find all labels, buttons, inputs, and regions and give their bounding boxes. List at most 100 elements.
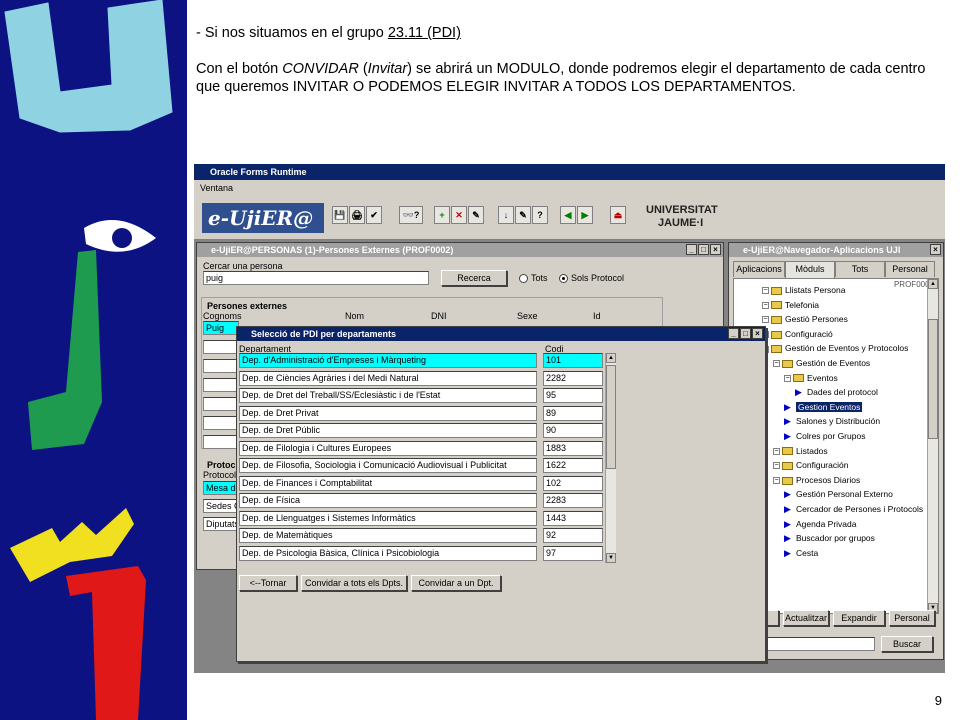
tree-item[interactable]: − Llistats Persona <box>762 285 845 296</box>
department-name-cell[interactable]: Dep. de Dret Públic <box>239 423 537 438</box>
tree-expand-icon[interactable]: − <box>784 374 791 382</box>
department-name-cell[interactable]: Dep. de Dret del Treball/SS/Eclesiàstic … <box>239 388 537 403</box>
tree-expand-icon[interactable]: − <box>773 462 780 470</box>
tree-item[interactable]: − Telefonia <box>762 300 819 311</box>
dialog-close-button[interactable]: × <box>752 328 763 339</box>
tree-item[interactable]: ▶ Dades del protocol <box>795 387 878 398</box>
cognoms-row-5[interactable] <box>203 397 239 411</box>
department-name-cell[interactable]: Dep. de Dret Privat <box>239 405 537 421</box>
protocol-row-2[interactable]: Sedes C <box>203 499 239 513</box>
previous-record-button[interactable]: ◀ <box>560 206 576 224</box>
department-code-cell[interactable]: 101 <box>543 353 603 368</box>
tree-item[interactable]: − Procesos Diarios <box>773 475 860 486</box>
minimize-button[interactable]: _ <box>686 244 697 255</box>
tree-item[interactable]: −Configuració <box>762 329 833 340</box>
tree-item[interactable]: − Gestiò Persones <box>762 314 848 325</box>
recerca-button[interactable]: Recerca <box>441 270 507 286</box>
tree-item[interactable]: − Configuración <box>773 460 848 471</box>
cognoms-row-2[interactable] <box>203 340 239 354</box>
tree-item[interactable]: − Gestión de Eventos <box>773 358 870 369</box>
tree-item[interactable]: ▶ Gestión Personal Externo <box>784 489 893 500</box>
protocol-row-3[interactable]: Diputats <box>203 517 239 531</box>
radio-tots[interactable]: Tots <box>519 273 548 284</box>
buscar-button[interactable]: Buscar <box>881 636 933 652</box>
department-name-cell[interactable]: Dep. de Psicologia Bàsica, Clínica i Psi… <box>239 545 537 561</box>
dialog-scroll-thumb[interactable] <box>606 365 616 469</box>
search-person-input[interactable]: puig <box>203 271 429 285</box>
cognoms-row-3[interactable] <box>203 359 239 373</box>
department-code-cell[interactable]: 97 <box>543 545 603 561</box>
tab-moduls[interactable]: Mòduls <box>785 261 835 278</box>
department-code-cell[interactable]: 90 <box>543 423 603 438</box>
tab-personal[interactable]: Personal <box>885 261 935 277</box>
department-code-cell[interactable]: 89 <box>543 405 603 421</box>
actualitzar-button[interactable]: Actualitzar <box>783 610 829 626</box>
department-code-cell[interactable]: 2282 <box>543 370 603 386</box>
expandir-button[interactable]: Expandir <box>833 610 885 626</box>
department-code-cell[interactable]: 1622 <box>543 458 603 473</box>
personal-button[interactable]: Personal <box>889 610 935 626</box>
dialog-maximize-button[interactable]: □ <box>740 328 751 339</box>
exit-button[interactable]: ⏏ <box>610 206 626 224</box>
save-button[interactable]: 💾 <box>332 206 348 224</box>
department-list-scrollbar[interactable]: ▲ ▼ <box>605 353 616 563</box>
next-record-button[interactable]: ▶ <box>577 206 593 224</box>
scroll-thumb[interactable] <box>928 319 938 439</box>
department-name-cell[interactable]: Dep. de Llenguatges i Sistemes Informàti… <box>239 510 537 526</box>
print-button[interactable]: 🖨 <box>349 206 365 224</box>
cognoms-row-6[interactable] <box>203 416 239 430</box>
tree-expand-icon[interactable]: − <box>773 447 780 455</box>
cognoms-row-4[interactable] <box>203 378 239 392</box>
department-code-cell[interactable]: 102 <box>543 475 603 491</box>
dialog-minimize-button[interactable]: _ <box>728 328 739 339</box>
insert-record-button[interactable]: + <box>434 206 450 224</box>
department-code-cell[interactable]: 1443 <box>543 510 603 526</box>
query-button[interactable]: 👓? <box>399 206 423 224</box>
department-code-cell[interactable]: 92 <box>543 528 603 543</box>
dialog-scroll-down-arrow-icon[interactable]: ▼ <box>606 553 616 563</box>
tree-expand-icon[interactable]: − <box>762 287 769 295</box>
invite-all-departments-button[interactable]: Convidar a tots els Dpts. <box>301 575 407 591</box>
department-name-cell[interactable]: Dep. de Finances i Comptabilitat <box>239 475 537 491</box>
tree-scrollbar[interactable]: ▲ ▼ <box>927 279 938 613</box>
check-button[interactable]: ✔ <box>366 206 382 224</box>
invite-one-department-button[interactable]: Convidar a un Dpt. <box>411 575 501 591</box>
tree-item[interactable]: ▶ Colres por Grupos <box>784 431 865 442</box>
delete-record-button[interactable]: ✕ <box>451 206 467 224</box>
navegador-close-button[interactable]: × <box>930 244 941 255</box>
department-code-cell[interactable]: 2283 <box>543 493 603 508</box>
tree-expand-icon[interactable]: − <box>762 301 769 309</box>
edit-button[interactable]: ✎ <box>468 206 484 224</box>
help-button[interactable]: ? <box>532 206 548 224</box>
radio-sols-protocol[interactable]: Sols Protocol <box>559 273 624 284</box>
dialog-scroll-up-arrow-icon[interactable]: ▲ <box>606 353 616 363</box>
tree-item[interactable]: ▶ Salones y Distribución <box>784 416 880 427</box>
close-button[interactable]: × <box>710 244 721 255</box>
tornar-button[interactable]: <--Tornar <box>239 575 297 591</box>
edit-field-button[interactable]: ✎ <box>515 206 531 224</box>
cognoms-row-1[interactable]: Puig <box>203 321 239 335</box>
navegador-search-input[interactable] <box>767 637 875 651</box>
tree-item[interactable]: ▶ Agenda Privada <box>784 519 857 530</box>
cognoms-row-7[interactable] <box>203 435 239 449</box>
department-name-cell[interactable]: Dep. de Ciències Agràries i del Medi Nat… <box>239 370 537 386</box>
tree-item[interactable]: −Gestión de Eventos y Protocolos <box>762 343 908 354</box>
tree-item[interactable]: ▶ Buscador por grupos <box>784 533 875 544</box>
download-button[interactable]: ↓ <box>498 206 514 224</box>
department-name-cell[interactable]: Dep. de Física <box>239 493 537 508</box>
scroll-up-arrow-icon[interactable]: ▲ <box>928 279 938 289</box>
menu-ventana[interactable]: Ventana <box>200 183 233 193</box>
department-name-cell[interactable]: Dep. d'Administració d'Empreses i Màrque… <box>239 353 537 368</box>
department-name-cell[interactable]: Dep. de Filosofia, Sociologia i Comunica… <box>239 458 537 473</box>
tree-item[interactable]: − Eventos <box>784 373 838 384</box>
maximize-button[interactable]: □ <box>698 244 709 255</box>
tree-item[interactable]: ▶ Gestion Eventos <box>784 401 863 413</box>
department-code-cell[interactable]: 95 <box>543 388 603 403</box>
tab-tots[interactable]: Tots <box>835 261 885 277</box>
tree-item[interactable]: ▶ Cercador de Persones i Protocols <box>784 504 923 515</box>
tree-item[interactable]: ▶ Cesta <box>784 548 818 559</box>
tree-expand-icon[interactable]: − <box>773 477 780 485</box>
department-code-cell[interactable]: 1883 <box>543 440 603 456</box>
department-name-cell[interactable]: Dep. de Filologia i Cultures Europees <box>239 440 537 456</box>
tree-expand-icon[interactable]: − <box>773 360 780 368</box>
